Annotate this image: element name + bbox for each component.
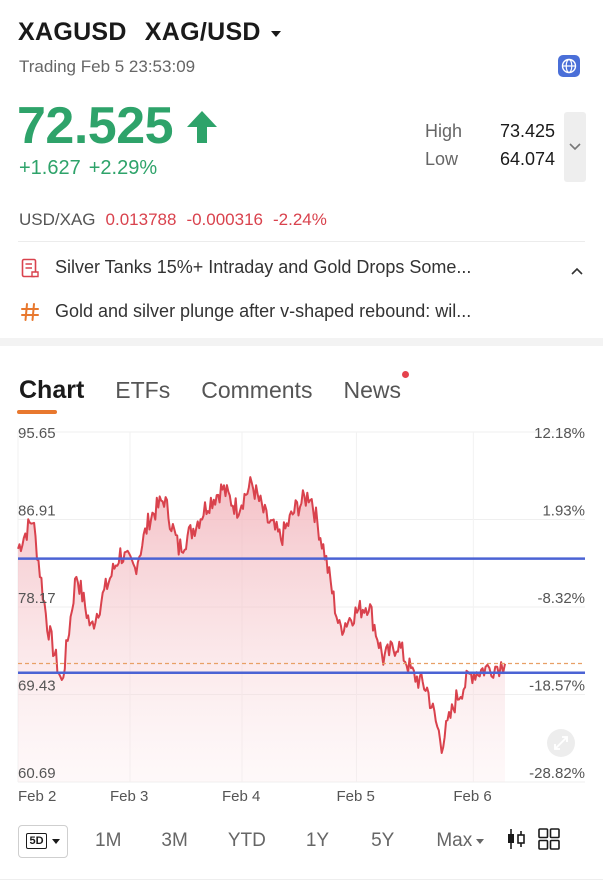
x-tick: Feb 6 [453, 788, 491, 805]
news-headline: Silver Tanks 15%+ Intraday and Gold Drop… [55, 257, 472, 277]
range-max-button[interactable]: Max [436, 830, 485, 852]
range-ytd-button[interactable]: YTD [228, 830, 266, 852]
candlestick-icon[interactable] [506, 828, 526, 855]
range-1m-button[interactable]: 1M [95, 830, 121, 852]
change-value: +1.627 [19, 157, 81, 179]
y-tick-left: 95.65 [18, 425, 56, 442]
cross-change-percent: -2.24% [273, 210, 327, 229]
arrow-up-icon [186, 110, 218, 149]
high-low-panel: High 73.425 Low 64.074 [425, 121, 555, 177]
range-5y-button[interactable]: 5Y [371, 830, 394, 852]
price-change: +1.627 +2.29% [19, 157, 157, 180]
y-tick-left: 60.69 [18, 765, 56, 782]
y-tick-left: 69.43 [18, 678, 56, 695]
price-area-fill [18, 477, 505, 782]
symbol-label: XAGUSD [18, 18, 127, 46]
tab-news-label: News [343, 377, 401, 403]
cross-value: 0.013788 [105, 210, 177, 229]
y-tick-right: -8.32% [537, 590, 585, 607]
pair-label: XAG/USD [144, 18, 261, 46]
range-5d-button[interactable]: 5D [18, 824, 68, 858]
y-tick-right: -28.82% [529, 765, 585, 782]
y-tick-right: 1.93% [542, 503, 585, 520]
tab-chart[interactable]: Chart [16, 376, 84, 414]
chevron-down-icon [569, 143, 581, 151]
tab-etfs[interactable]: ETFs [115, 377, 170, 404]
grid-layout-icon[interactable] [538, 827, 561, 855]
globe-icon[interactable] [558, 55, 580, 77]
range-5d-label: 5D [26, 833, 47, 849]
instrument-title[interactable]: XAGUSD XAG/USD [18, 18, 281, 47]
caret-down-icon [476, 838, 485, 844]
x-tick: Feb 3 [110, 788, 148, 805]
high-value: 73.425 [499, 121, 555, 141]
range-1y-button[interactable]: 1Y [306, 830, 329, 852]
cross-change: -0.000316 [186, 210, 264, 229]
trading-status: Trading Feb 5 23:53:09 [19, 57, 196, 76]
range-selector: 5D 1M 3M YTD 1Y 5Y Max [18, 823, 588, 859]
last-price: 72.525 [17, 97, 174, 155]
y-tick-right: -18.57% [529, 678, 585, 695]
tab-bar: Chart ETFs Comments News [16, 371, 432, 414]
hashtag-icon [19, 302, 41, 322]
y-tick-left: 78.17 [18, 590, 56, 607]
chevron-down-icon[interactable] [270, 30, 281, 37]
expand-stats-button[interactable] [564, 112, 586, 182]
news-item[interactable]: Silver Tanks 15%+ Intraday and Gold Drop… [19, 257, 471, 278]
news-headline: Gold and silver plunge after v-shaped re… [55, 301, 472, 321]
low-label: Low [425, 149, 459, 169]
notification-dot [401, 371, 409, 378]
expand-chart-icon[interactable] [547, 729, 575, 757]
cross-rate: USD/XAG 0.013788 -0.000316 -2.24% [19, 210, 327, 230]
low-value: 64.074 [499, 149, 555, 169]
news-item[interactable]: Gold and silver plunge after v-shaped re… [19, 301, 471, 322]
change-percent: +2.29% [88, 157, 158, 179]
x-tick: Feb 4 [222, 788, 260, 805]
tab-comments[interactable]: Comments [201, 377, 312, 404]
y-tick-right: 12.18% [534, 425, 585, 442]
divider [18, 241, 585, 242]
x-tick: Feb 2 [18, 788, 56, 805]
section-separator [0, 338, 603, 346]
caret-down-icon [51, 838, 60, 844]
chevron-up-icon [571, 267, 583, 275]
high-label: High [425, 121, 463, 141]
cross-label: USD/XAG [19, 210, 96, 229]
tab-news[interactable]: News [343, 371, 409, 404]
range-max-label: Max [436, 830, 473, 851]
price-chart[interactable]: 95.65 12.18% 86.91 1.93% 78.17 -8.32% 69.43 -18… [0, 420, 603, 815]
range-3m-button[interactable]: 3M [161, 830, 187, 852]
document-icon [19, 258, 41, 278]
collapse-news-button[interactable] [571, 262, 583, 280]
x-tick: Feb 5 [336, 788, 374, 805]
divider [0, 879, 603, 880]
y-tick-left: 86.91 [18, 503, 56, 520]
